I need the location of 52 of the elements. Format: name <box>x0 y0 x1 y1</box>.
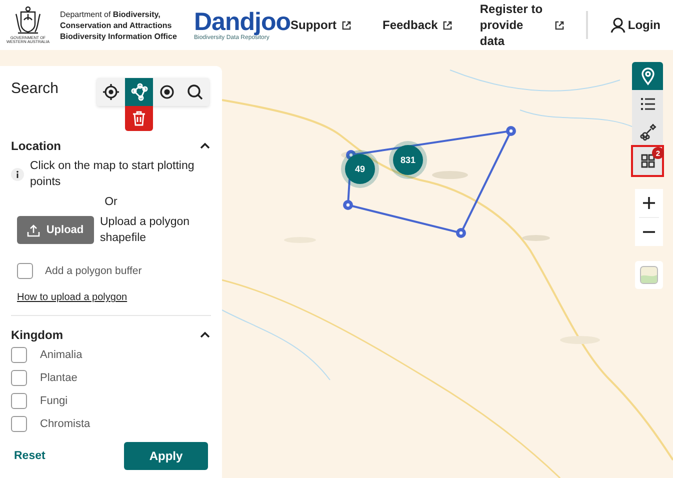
external-link-icon <box>342 20 350 30</box>
organisation-name: Department of Biodiversity, <box>60 8 162 20</box>
login-link[interactable]: Login <box>610 17 661 33</box>
nav-link[interactable]: Support <box>290 18 350 32</box>
instruction-text: Click on the map to start plotting points <box>30 159 196 190</box>
grid-icon <box>640 154 654 168</box>
or-text: Or <box>104 196 118 208</box>
checkbox[interactable] <box>17 263 33 279</box>
upload-icon <box>27 224 40 236</box>
nav-link[interactable]: Register to provide data <box>480 1 564 49</box>
apply-button[interactable]: Apply <box>124 442 208 470</box>
checkbox[interactable] <box>11 370 27 386</box>
checkbox-label: Add a polygon buffer <box>45 265 142 277</box>
delete-button[interactable] <box>125 106 153 131</box>
plus-icon <box>643 197 655 209</box>
info-icon <box>11 168 24 180</box>
help-link[interactable]: How to upload a polygon <box>17 292 128 303</box>
checkbox-label: Fungi <box>40 395 68 407</box>
panel-title: Search <box>11 80 59 99</box>
list-icon <box>640 98 654 110</box>
polygon-icon <box>131 83 148 101</box>
external-link-icon <box>554 20 564 30</box>
checkbox[interactable] <box>11 393 27 409</box>
brand-logo[interactable]: Dandjoo <box>194 9 290 35</box>
checkbox[interactable] <box>11 347 27 363</box>
external-link-icon <box>442 20 452 30</box>
layer-button[interactable] <box>632 62 663 90</box>
layer-button[interactable] <box>632 90 663 118</box>
upload-description: Upload a polygon shapefile <box>100 215 191 246</box>
flowers-icon <box>640 123 656 141</box>
upload-button[interactable]: Upload <box>17 216 94 244</box>
checkbox-label: Animalia <box>40 349 82 361</box>
crosshair-icon <box>102 83 120 101</box>
search-icon <box>188 84 203 100</box>
checkbox-label: Chromista <box>40 418 90 430</box>
organisation-name: Conservation and Attractions <box>60 20 173 30</box>
circle-icon <box>160 85 174 99</box>
checkbox-label: Plantae <box>40 372 78 384</box>
section-title: Kingdom <box>11 328 63 342</box>
nav-link[interactable]: Feedback <box>382 18 452 32</box>
layer-button[interactable] <box>632 118 663 146</box>
crest-emblem-icon <box>13 6 43 36</box>
trash-icon <box>132 111 146 126</box>
user-icon <box>610 17 626 33</box>
draw-tool-button[interactable] <box>125 78 153 106</box>
map-thumbnail-icon <box>640 266 658 284</box>
organisation-name: Biodiversity Information Office <box>60 30 178 42</box>
checkbox[interactable] <box>11 416 27 432</box>
section-title: Location <box>11 139 61 153</box>
polygon-drawing[interactable] <box>343 126 516 238</box>
reset-button[interactable]: Reset <box>14 450 46 462</box>
map-pin-icon <box>641 68 654 85</box>
